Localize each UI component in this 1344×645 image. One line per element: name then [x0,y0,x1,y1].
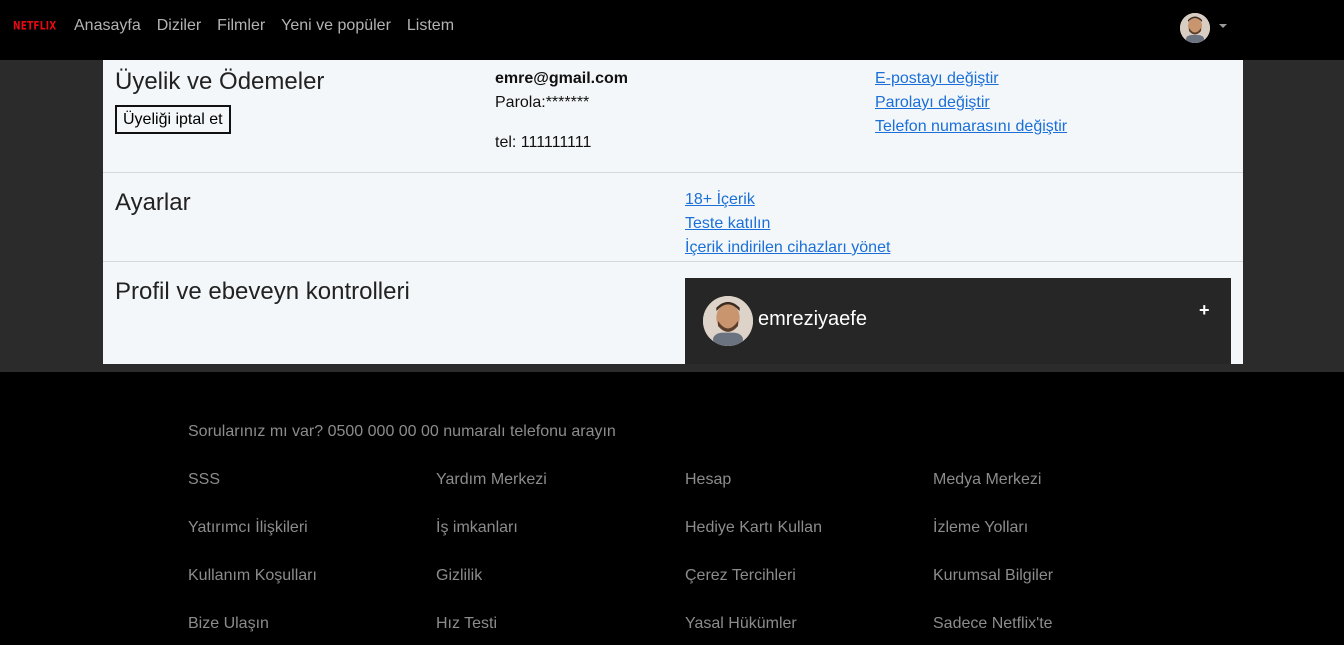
footer-link[interactable]: Yatırımcı İlişkileri [188,519,308,537]
netflix-logo[interactable]: NETFLIX [13,21,56,34]
join-test-link[interactable]: Teste katılın [685,215,770,233]
footer-link[interactable]: Hız Testi [436,615,497,633]
profile-avatar [703,296,753,346]
nav-link-movies[interactable]: Filmler [217,17,265,35]
footer-link[interactable]: Yardım Merkezi [436,471,547,489]
footer-link[interactable]: Medya Merkezi [933,471,1041,489]
settings-title: Ayarlar [115,189,191,216]
footer-link[interactable]: Hediye Kartı Kullan [685,519,822,537]
change-password-link[interactable]: Parolayı değiştir [875,94,990,112]
footer-link[interactable]: SSS [188,471,220,489]
adult-content-link[interactable]: 18+ İçerik [685,191,755,209]
profile-name: emreziyaefe [758,308,867,330]
footer-link[interactable]: Sadece Netflix'te [933,615,1053,633]
change-phone-link[interactable]: Telefon numarasını değiştir [875,118,1067,136]
profile-title: Profil ve ebeveyn kontrolleri [115,278,410,305]
account-phone: tel: 111111111 [495,134,592,151]
manage-devices-link[interactable]: İçerik indirilen cihazları yönet [685,239,890,257]
footer-link[interactable]: Hesap [685,471,731,489]
expand-plus-icon[interactable]: + [1199,300,1210,321]
section-divider [103,261,1243,262]
footer-link[interactable]: İzleme Yolları [933,519,1028,537]
footer-link[interactable]: Çerez Tercihleri [685,567,796,585]
cancel-membership-button[interactable]: Üyeliği iptal et [115,105,231,134]
avatar-face-icon [703,296,753,346]
footer-link[interactable]: İş imkanları [436,519,518,537]
chevron-down-icon[interactable] [1219,24,1227,28]
nav-links: Anasayfa Diziler Filmler Yeni ve popüler… [74,17,454,35]
section-divider [103,172,1243,173]
footer-link[interactable]: Kurumsal Bilgiler [933,567,1053,585]
change-email-link[interactable]: E-postayı değiştir [875,70,999,88]
nav-avatar[interactable] [1180,13,1210,43]
footer-link[interactable]: Gizlilik [436,567,482,585]
nav-link-home[interactable]: Anasayfa [74,17,141,35]
account-password: Parola:******* [495,94,590,111]
account-email: emre@gmail.com [495,70,628,87]
footer-contact-question: Sorularınız mı var? 0500 000 00 00 numar… [188,423,616,440]
footer-link[interactable]: Kullanım Koşulları [188,567,317,585]
footer-link[interactable]: Bize Ulaşın [188,615,269,633]
membership-title: Üyelik ve Ödemeler [115,68,325,95]
footer-link[interactable]: Yasal Hükümler [685,615,797,633]
footer: Sorularınız mı var? 0500 000 00 00 numar… [0,372,1344,645]
avatar-face-icon [1180,13,1210,43]
account-panel: Üyelik ve Ödemeler Üyeliği iptal et emre… [103,60,1243,364]
nav-link-my-list[interactable]: Listem [407,17,454,35]
nav-link-new-popular[interactable]: Yeni ve popüler [281,17,391,35]
profile-card[interactable]: emreziyaefe + [685,278,1231,364]
top-navbar: NETFLIX Anasayfa Diziler Filmler Yeni ve… [0,0,1344,60]
nav-link-series[interactable]: Diziler [157,17,201,35]
